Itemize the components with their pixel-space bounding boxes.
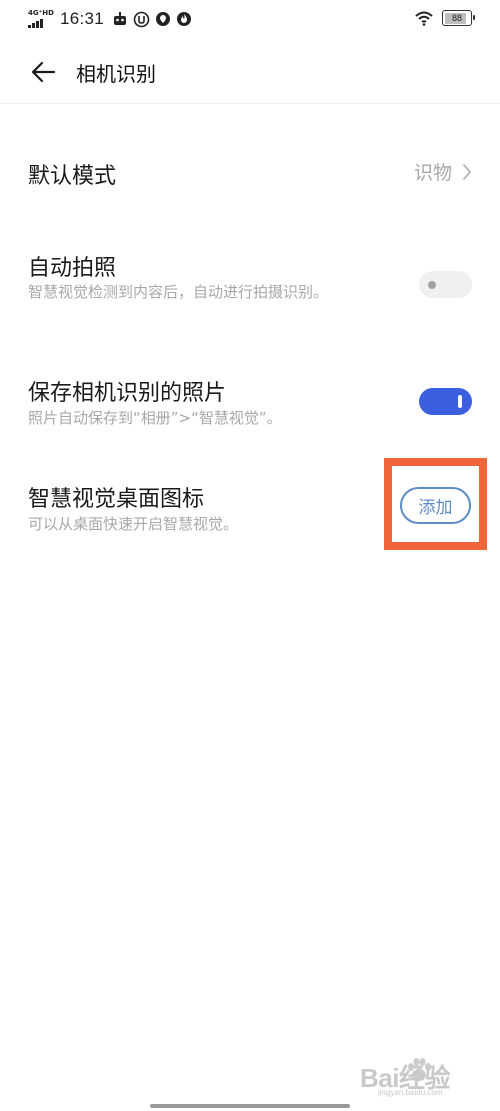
wifi-icon (415, 11, 433, 26)
setting-description: 照片自动保存到“相册”>“智慧视觉”。 (28, 409, 282, 427)
add-desktop-icon-button[interactable]: 添加 (400, 487, 471, 524)
status-left: 4G⁺HD 16:31 (28, 9, 192, 29)
flame-icon (177, 12, 192, 26)
setting-description: 智慧视觉检测到内容后，自动进行拍摄识别。 (28, 283, 329, 301)
baidu-watermark-logo: Bai经验 jingyan.baidu.com (348, 1052, 488, 1102)
setting-default-mode[interactable]: 默认模式 识物 (0, 158, 500, 189)
setting-save-photos: 保存相机识别的照片 照片自动保存到“相册”>“智慧视觉”。 (0, 375, 500, 435)
battery-icon: 88 (442, 10, 475, 26)
battery-level: 88 (451, 13, 462, 23)
signal-icon: 4G⁺HD (28, 9, 54, 29)
status-bar: 4G⁺HD 16:31 88 (0, 0, 500, 40)
chevron-right-icon (463, 163, 471, 180)
network-type: 4G⁺HD (28, 9, 54, 17)
u-badge-icon (133, 11, 150, 27)
status-right: 88 (414, 10, 475, 26)
setting-title: 默认模式 (28, 164, 117, 189)
arrow-left-icon (31, 61, 56, 83)
save-photos-toggle[interactable] (419, 388, 472, 415)
setting-title: 保存相机识别的照片 (28, 381, 227, 406)
status-time: 16:31 (60, 9, 105, 28)
watermark-subtext: jingyan.baidu.com (378, 1088, 443, 1097)
default-mode-value-text: 识物 (413, 162, 452, 184)
auto-photo-toggle[interactable] (419, 271, 472, 298)
setting-description: 可以从桌面快速开启智慧视觉。 (28, 515, 239, 533)
default-mode-value[interactable]: 识物 (414, 158, 472, 185)
app-header: 相机识别 (0, 40, 500, 104)
location-icon (156, 12, 171, 26)
robot-icon (114, 12, 127, 25)
setting-auto-photo: 自动拍照 智慧视觉检测到内容后，自动进行拍摄识别。 (0, 250, 500, 330)
setting-title: 智慧视觉桌面图标 (28, 487, 205, 512)
page-title: 相机识别 (76, 62, 156, 86)
home-indicator[interactable] (150, 1104, 350, 1108)
back-button[interactable] (28, 58, 60, 86)
setting-title: 自动拍照 (28, 256, 117, 281)
